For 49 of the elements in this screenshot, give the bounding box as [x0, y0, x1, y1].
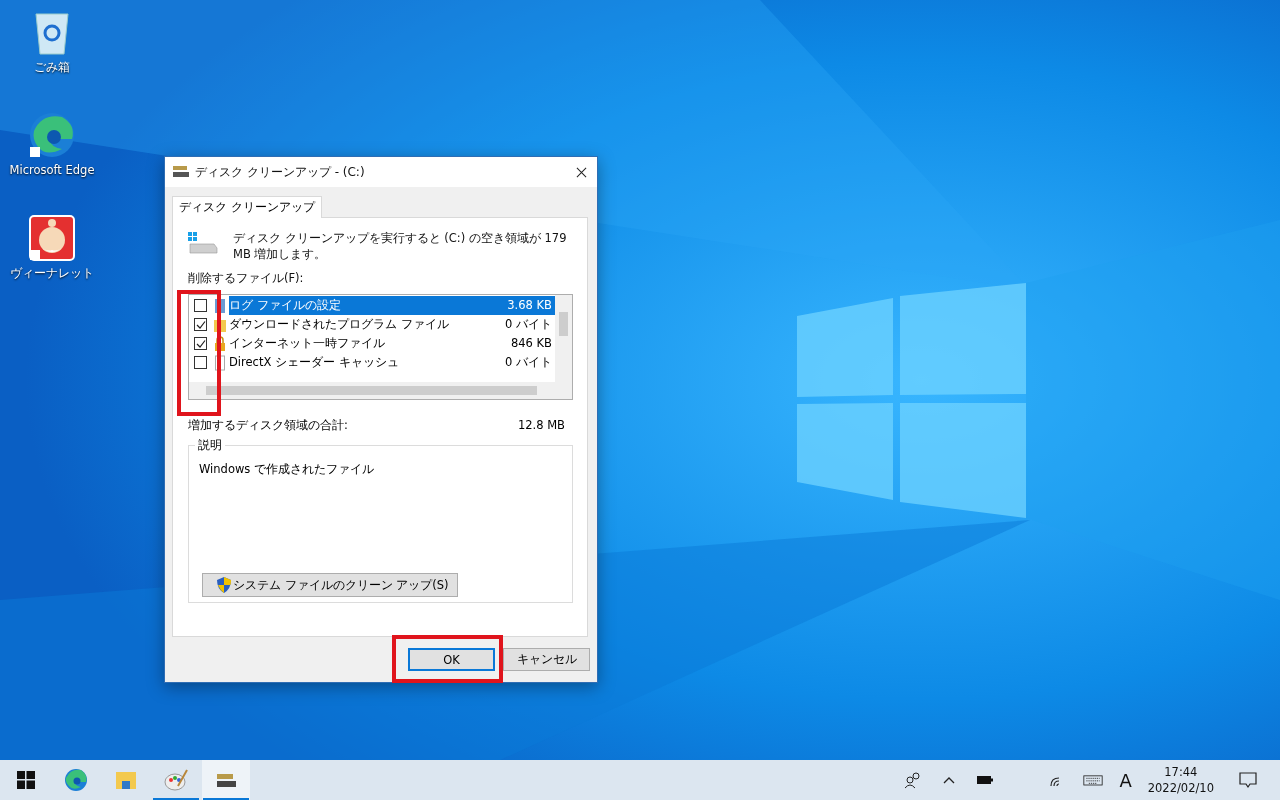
file-name: ログ ファイルの設定: [229, 296, 505, 315]
document-icon: [214, 297, 226, 314]
drive-icon: [188, 232, 218, 254]
horizontal-scrollbar[interactable]: [189, 382, 572, 399]
desktop-icon-label: ヴィーナレット: [10, 266, 94, 281]
file-name: DirectX シェーダー キャッシュ: [229, 354, 400, 371]
file-row[interactable]: インターネット一時ファイル 846 KB: [189, 334, 555, 353]
shield-icon: [217, 577, 231, 593]
ok-button[interactable]: OK: [408, 648, 495, 671]
browser-icon[interactable]: [28, 111, 76, 159]
clock-time[interactable]: 17:44: [1164, 764, 1198, 780]
file-row[interactable]: DirectX シェーダー キャッシュ 0 バイト: [189, 353, 555, 372]
palette-icon: [164, 768, 188, 792]
checkbox[interactable]: [194, 318, 207, 331]
total-label: 増加するディスク領域の合計:: [188, 418, 348, 433]
window-title: ディスク クリーンアップ - (C:): [195, 163, 366, 181]
tab[interactable]: ディスク クリーンアップ: [172, 196, 322, 218]
total-value: 12.8 MB: [517, 418, 565, 433]
message-text: ディスク クリーンアップを実行すると (C:) の空き領域が 179 MB 増加します。: [233, 230, 568, 262]
group-title: 説明: [195, 438, 225, 453]
file-size: 3.68 KB: [504, 296, 555, 315]
file-row[interactable]: ログ ファイルの設定 3.68 KB: [189, 296, 555, 315]
checkbox[interactable]: [194, 337, 207, 350]
checkbox[interactable]: [194, 356, 207, 369]
notification-icon[interactable]: [1238, 770, 1258, 790]
document-icon: [214, 354, 226, 371]
disk-cleanup-icon: [173, 166, 189, 178]
browser-icon: [64, 768, 88, 792]
files-label: 削除するファイル(F):: [188, 271, 305, 286]
file-row[interactable]: ダウンロードされたプログラム ファイル 0 バイト: [189, 315, 555, 334]
lock-icon: [214, 335, 226, 352]
checkbox[interactable]: [194, 299, 207, 312]
input-mode-indicator[interactable]: A: [1119, 769, 1132, 791]
file-size: 0 バイト: [504, 354, 553, 371]
file-name: ダウンロードされたプログラム ファイル: [229, 316, 450, 333]
clock-date[interactable]: 2022/02/10: [1147, 780, 1214, 796]
desktop-icon-label: Microsoft Edge: [9, 163, 95, 177]
vertical-scrollbar[interactable]: [555, 295, 572, 382]
description-text: Windows で作成されたファイル: [199, 462, 375, 477]
file-size: 846 KB: [509, 335, 553, 352]
cancel-button[interactable]: キャンセル: [503, 648, 590, 671]
system-cleanup-button[interactable]: システム ファイルのクリーン アップ(S): [202, 573, 458, 597]
app-icon[interactable]: [28, 214, 76, 262]
taskbar-button[interactable]: [202, 760, 250, 800]
desktop-icon-label: ごみ箱: [34, 60, 70, 75]
windows-logo-icon: [14, 768, 38, 792]
file-name: インターネット一時ファイル: [229, 335, 386, 352]
close-icon[interactable]: [576, 166, 587, 178]
file-size: 0 バイト: [504, 316, 553, 333]
